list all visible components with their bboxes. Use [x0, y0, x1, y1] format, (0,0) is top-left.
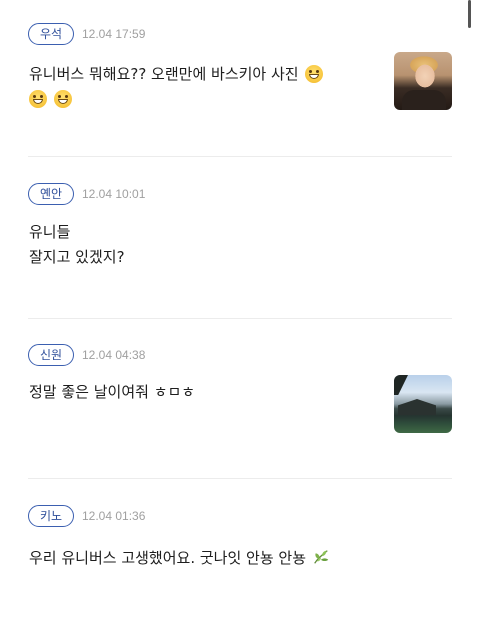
post-timestamp: 12.04 04:38: [82, 348, 146, 362]
post-header: 신원 12.04 04:38: [28, 343, 145, 367]
post-text-line: 정말 좋은 날이여줘 ㅎㅁㅎ: [29, 383, 196, 401]
post-divider: [28, 156, 452, 157]
author-badge[interactable]: 우석: [28, 23, 74, 45]
post-divider: [28, 318, 452, 319]
author-badge[interactable]: 옌안: [28, 183, 74, 205]
post-text-line: 잘지고 있겠지?: [29, 248, 125, 266]
post-text: 유니버스 뭐해요?? 오랜만에 바스키아 사진: [29, 62, 369, 112]
post-text-line: 유니들: [29, 223, 71, 241]
scroll-indicator[interactable]: [468, 0, 471, 28]
post-text-line: 우리 유니버스 고생했어요. 굿나잇 안뇽 안뇽: [29, 549, 307, 567]
post-timestamp: 12.04 10:01: [82, 187, 146, 201]
post-text: 유니들 잘지고 있겠지?: [29, 220, 369, 270]
grinning-face-icon: [305, 65, 324, 83]
herb-leaf-icon: [313, 550, 328, 564]
author-badge[interactable]: 키노: [28, 505, 74, 527]
post-thumbnail[interactable]: [394, 52, 452, 110]
post-header: 우석 12.04 17:59: [28, 22, 145, 46]
post-text: 정말 좋은 날이여줘 ㅎㅁㅎ: [29, 380, 369, 405]
post-text: 우리 유니버스 고생했어요. 굿나잇 안뇽 안뇽: [29, 546, 409, 571]
grinning-face-icon: [29, 90, 47, 108]
post-text-line: 유니버스 뭐해요?? 오랜만에 바스키아 사진: [29, 65, 299, 83]
author-badge[interactable]: 신원: [28, 344, 74, 366]
post-timestamp: 12.04 17:59: [82, 27, 146, 41]
post-timestamp: 12.04 01:36: [82, 509, 146, 523]
post-divider: [28, 478, 452, 479]
post-thumbnail[interactable]: [394, 375, 452, 433]
post-header: 옌안 12.04 10:01: [28, 182, 145, 206]
grinning-face-icon: [53, 90, 72, 108]
post-header: 키노 12.04 01:36: [28, 504, 145, 528]
